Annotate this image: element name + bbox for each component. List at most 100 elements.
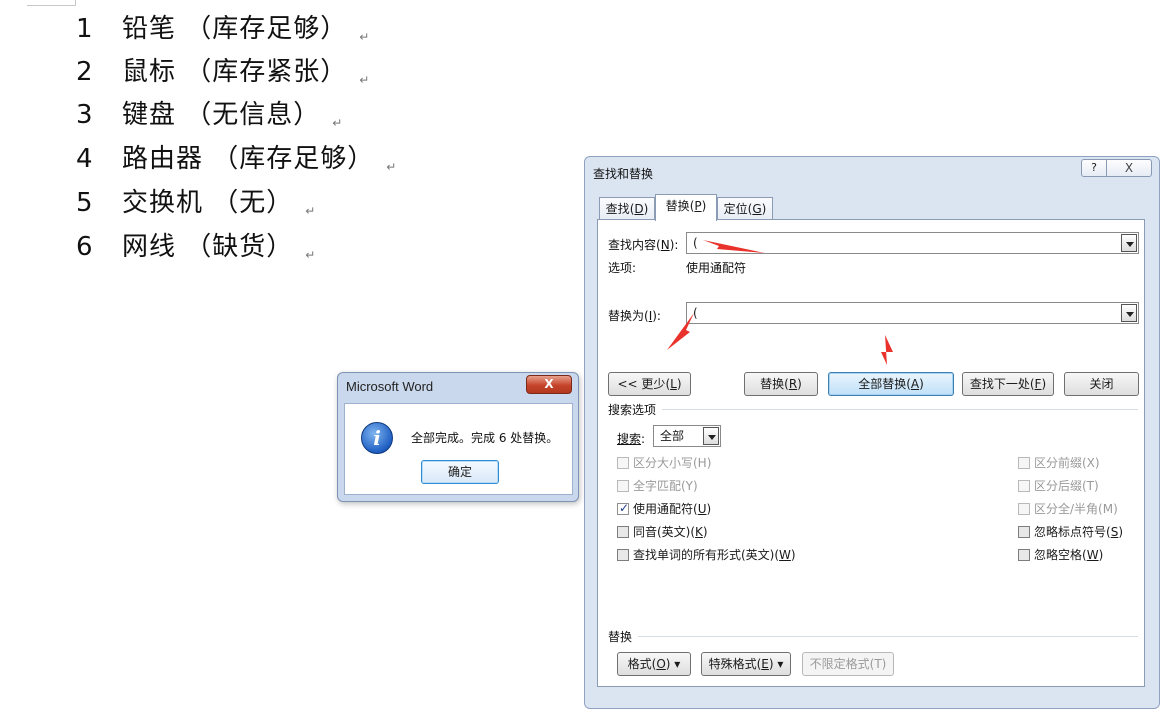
list-item[interactable]: 3 键盘 （无信息） ↵	[76, 97, 343, 133]
list-number: 6	[76, 232, 94, 262]
help-button[interactable]: ?	[1081, 159, 1107, 177]
checkbox-key: W	[779, 548, 791, 562]
list-number: 5	[76, 188, 94, 218]
whole-word-checkbox[interactable]: 全字匹配(Y)	[617, 479, 698, 493]
ok-button[interactable]: 确定	[421, 460, 499, 484]
checkbox-box[interactable]	[617, 526, 629, 538]
tab-replace[interactable]: 替换(P)	[655, 194, 717, 221]
checkbox-box[interactable]	[1018, 503, 1030, 515]
find-next-button[interactable]: 查找下一处(F)	[962, 372, 1054, 396]
message-dialog: Microsoft Word X i 全部完成。完成 6 处替换。 确定	[337, 372, 579, 502]
match-width-checkbox[interactable]: 区分全/半角(M)	[1018, 502, 1118, 516]
replace-all-button[interactable]: 全部替换(A)	[828, 372, 954, 396]
no-formatting-button[interactable]: 不限定格式(T)	[802, 652, 894, 676]
list-item[interactable]: 1 铅笔 （库存足够） ↵	[76, 11, 370, 47]
checkbox-label: 区分后缀(T)	[1034, 479, 1099, 493]
replace-button-label: 替换	[760, 377, 785, 391]
format-button-key: O	[656, 657, 666, 671]
chevron-down-icon[interactable]	[1121, 234, 1137, 252]
replace-input[interactable]: (	[686, 302, 1139, 324]
replace-label-text: 替换为	[608, 309, 645, 323]
list-item[interactable]: 4 路由器 （库存足够） ↵	[76, 141, 397, 177]
replace-section-title: 替换	[608, 630, 633, 644]
special-format-tail: ) ▾	[768, 657, 784, 671]
tab-find[interactable]: 查找(D)	[599, 197, 655, 220]
tab-key: P	[694, 199, 702, 213]
list-item[interactable]: 6 网线 （缺货） ↵	[76, 229, 316, 265]
chevron-down-icon[interactable]	[703, 427, 719, 445]
sounds-like-checkbox[interactable]: 同音(英文)(K)	[617, 525, 708, 539]
close-button[interactable]: 关闭	[1064, 372, 1139, 396]
match-case-checkbox[interactable]: 区分大小写(H)	[617, 456, 711, 470]
tab-key: D	[634, 202, 644, 216]
find-input[interactable]: (	[686, 232, 1139, 254]
checkbox-label-tail: )	[1098, 548, 1104, 562]
chevron-down-icon[interactable]	[1121, 304, 1137, 322]
info-icon: i	[361, 422, 393, 454]
replace-button-key: R	[788, 377, 798, 391]
tab-key: G	[752, 202, 762, 216]
checkbox-label-tail: )	[1118, 525, 1123, 539]
search-direction-select[interactable]: 全部	[653, 425, 721, 447]
checkbox-label: 查找单词的所有形式(英文)(	[633, 548, 780, 562]
format-button-label: 格式(	[627, 657, 657, 671]
list-text: 网线 （缺货）	[122, 232, 294, 262]
checkbox-box[interactable]	[1018, 480, 1030, 492]
paragraph-mark-icon: ↵	[359, 73, 371, 87]
replace-panel: 查找内容(N): ( 选项: 使用通配符 替换为(I): ( << 更少(L) …	[597, 219, 1145, 687]
checkbox-label: 忽略空格(	[1034, 548, 1087, 562]
search-label-text: 搜索	[617, 432, 642, 446]
find-label-key: N	[660, 238, 670, 252]
all-word-forms-checkbox[interactable]: 查找单词的所有形式(英文)(W)	[617, 548, 796, 562]
section-divider	[662, 409, 1138, 410]
checkbox-box[interactable]	[617, 480, 629, 492]
match-prefix-checkbox[interactable]: 区分前缀(X)	[1018, 456, 1100, 470]
replace-button[interactable]: 替换(R)	[744, 372, 818, 396]
list-text: 铅笔 （库存足够）	[122, 14, 348, 44]
paragraph-mark-icon: ↵	[332, 116, 344, 130]
checkbox-label-tail: )	[706, 502, 712, 516]
list-item[interactable]: 5 交换机 （无） ↵	[76, 185, 316, 221]
checkbox-label-tail: )	[702, 525, 708, 539]
ignore-punctuation-checkbox[interactable]: 忽略标点符号(S)	[1018, 525, 1123, 539]
format-button-tail: ) ▾	[665, 657, 681, 671]
tab-label: 定位	[723, 202, 748, 216]
search-direction-value: 全部	[660, 429, 685, 443]
tab-label: 查找	[605, 202, 630, 216]
list-item[interactable]: 2 鼠标 （库存紧张） ↵	[76, 54, 370, 90]
find-label: 查找内容(N):	[608, 238, 679, 252]
tab-label: 替换	[665, 199, 690, 213]
checkbox-box[interactable]	[1018, 526, 1030, 538]
format-button[interactable]: 格式(O) ▾	[617, 652, 691, 676]
ignore-whitespace-checkbox[interactable]: 忽略空格(W)	[1018, 548, 1103, 562]
section-divider	[638, 636, 1138, 637]
message-close-button[interactable]: X	[526, 375, 572, 394]
close-icon: X	[1124, 161, 1134, 175]
special-format-label: 特殊格式(	[708, 657, 762, 671]
checkbox-box[interactable]	[617, 549, 629, 561]
find-next-button-label: 查找下一处	[969, 377, 1030, 391]
options-value: 使用通配符	[686, 261, 747, 275]
checkbox-box[interactable]	[1018, 457, 1030, 469]
find-input-value: (	[693, 236, 698, 250]
checkbox-label: 区分前缀(X)	[1034, 456, 1100, 470]
dialog-close-button[interactable]: X	[1106, 159, 1152, 177]
checkbox-label: 区分全/半角(M)	[1034, 502, 1118, 516]
replace-all-button-key: A	[910, 377, 920, 391]
paragraph-mark-icon: ↵	[359, 30, 371, 44]
wildcards-checkbox[interactable]: 使用通配符(U)	[617, 501, 712, 516]
search-label: 搜索:	[617, 432, 646, 446]
tab-goto[interactable]: 定位(G)	[717, 197, 773, 220]
checkbox-label: 区分大小写(H)	[633, 456, 712, 470]
message-body: i 全部完成。完成 6 处替换。 确定	[344, 403, 573, 495]
checkbox-box[interactable]	[617, 457, 629, 469]
list-number: 4	[76, 144, 94, 174]
less-button[interactable]: << 更少(L)	[608, 372, 691, 396]
match-suffix-checkbox[interactable]: 区分后缀(T)	[1018, 479, 1099, 493]
checkbox-checked-icon[interactable]	[617, 501, 629, 515]
special-format-button[interactable]: 特殊格式(E) ▾	[701, 652, 791, 676]
help-icon: ?	[1091, 161, 1097, 174]
checkbox-box[interactable]	[1018, 549, 1030, 561]
list-number: 1	[76, 14, 94, 44]
checkbox-label: 忽略标点符号(	[1034, 525, 1111, 539]
